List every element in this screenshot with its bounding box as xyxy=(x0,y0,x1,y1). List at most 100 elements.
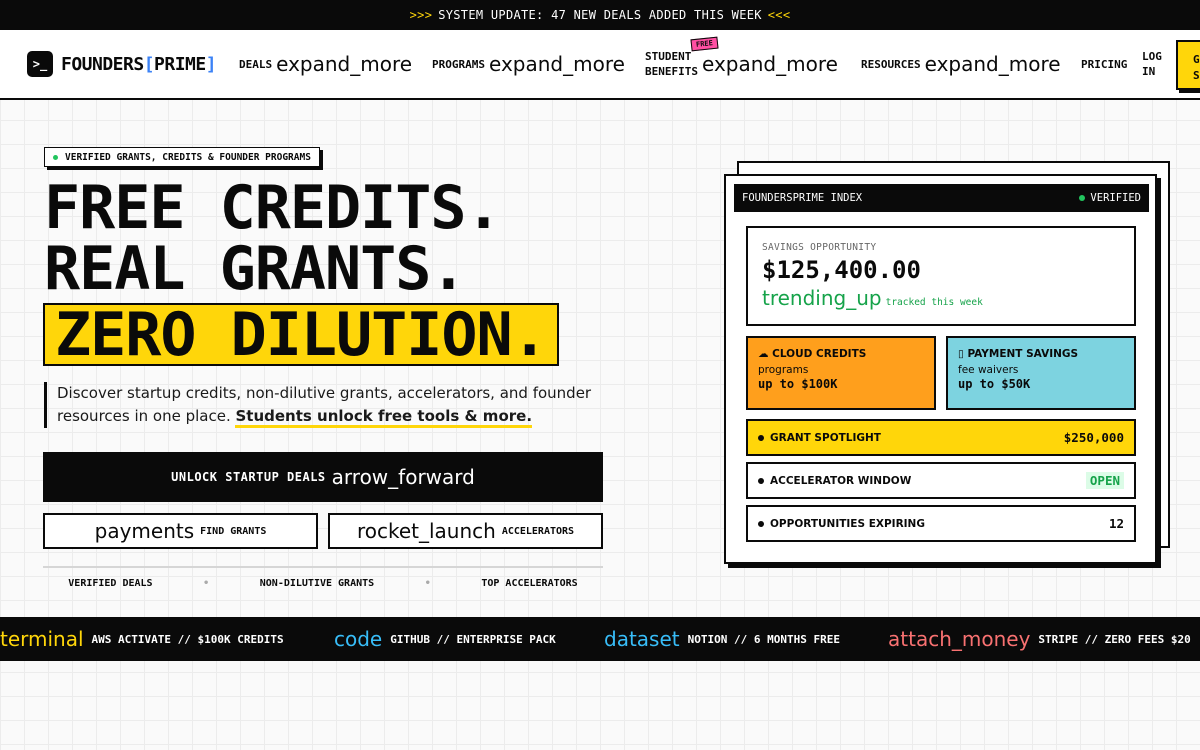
status-dot-icon xyxy=(53,154,58,160)
expand-more-icon: expand_more xyxy=(488,52,625,76)
trust-separator: • xyxy=(203,577,210,589)
accelerator-window-status: OPEN xyxy=(1085,472,1124,489)
grant-spotlight-label-wrap: GRANT SPOTLIGHT xyxy=(758,432,881,444)
payment-savings-tile[interactable]: ▯ PAYMENT SAVINGS fee waivers up to $50K xyxy=(946,336,1136,410)
grant-spotlight-row[interactable]: GRANT SPOTLIGHT $250,000 xyxy=(746,419,1136,456)
trust-item-non-dilutive-grants: NON-DILUTIVE GRANTS xyxy=(259,577,375,589)
savings-panel: SAVINGS OPPORTUNITY $125,400.00 trending… xyxy=(746,226,1136,326)
payment-savings-sub: fee waivers xyxy=(958,364,1019,376)
find-grants-button[interactable]: payments FIND GRANTS xyxy=(43,513,318,549)
logo-word: FOUNDERS xyxy=(61,53,144,75)
verified-chip: VERIFIED GRANTS, CREDITS & FOUNDER PROGR… xyxy=(44,147,320,167)
find-grants-label: FIND GRANTS xyxy=(200,525,267,537)
index-card-header: FOUNDERSPRIME INDEX VERIFIED xyxy=(734,184,1149,212)
deals-ticker: terminal AWS ACTIVATE // $100K CREDITS c… xyxy=(0,617,1200,661)
bullet-icon xyxy=(758,477,764,484)
cta-line1: G xyxy=(1193,53,1200,66)
rocket-launch-icon: rocket_launch xyxy=(356,519,496,543)
bullet-icon xyxy=(758,520,764,527)
card-icon: ▯ xyxy=(958,348,964,360)
code-icon: code xyxy=(334,627,383,651)
cloud-credits-value: up to $100K xyxy=(758,377,838,391)
accelerators-label: ACCELERATORS xyxy=(501,525,575,537)
trust-separator: • xyxy=(424,577,431,589)
grant-spotlight-value: $250,000 xyxy=(1063,430,1124,445)
status-dot-icon xyxy=(1079,195,1086,201)
cloud-credits-tile[interactable]: ☁ CLOUD CREDITS programs up to $100K xyxy=(746,336,936,410)
logo[interactable]: >_ FOUNDERS[PRIME] xyxy=(27,51,217,77)
trust-item-top-accelerators: TOP ACCELERATORS xyxy=(481,577,578,589)
nav-login[interactable]: LOG IN xyxy=(1142,30,1162,98)
hero-headline-highlight: ZERO DILUTION. xyxy=(43,303,559,366)
trust-bar: VERIFIED DEALS • NON-DILUTIVE GRANTS • T… xyxy=(43,566,603,598)
bullet-icon xyxy=(758,434,764,441)
unlock-deals-label: UNLOCK STARTUP DEALS xyxy=(171,470,326,484)
logo-bracket-open: [ xyxy=(143,53,155,75)
savings-label: SAVINGS OPPORTUNITY xyxy=(762,242,877,253)
payments-icon: payments xyxy=(94,519,195,543)
nav-resources-label: RESOURCES xyxy=(861,57,921,71)
nav-student-line1: STUDENT xyxy=(645,50,692,63)
cloud-credits-label: CLOUD CREDITS xyxy=(772,348,867,360)
verified-status-text: VERIFIED xyxy=(1090,192,1141,204)
ticker-item-notion[interactable]: dataset NOTION // 6 MONTHS FREE xyxy=(604,617,840,661)
savings-amount: $125,400.00 xyxy=(762,256,921,284)
nav-pricing[interactable]: PRICING xyxy=(1081,30,1127,98)
nav-student-line2: BENEFITS xyxy=(645,65,698,78)
opportunities-expiring-label: OPPORTUNITIES EXPIRING xyxy=(770,517,925,530)
nav-resources[interactable]: RESOURCES expand_more xyxy=(861,30,1061,98)
ticker-text-notion: NOTION // 6 MONTHS FREE xyxy=(687,632,840,646)
grant-spotlight-label: GRANT SPOTLIGHT xyxy=(770,431,881,444)
ticker-item-stripe[interactable]: attach_money STRIPE // ZERO FEES $20 xyxy=(888,617,1191,661)
terminal-icon: terminal xyxy=(0,627,84,651)
payment-savings-value: up to $50K xyxy=(958,377,1031,391)
opportunities-expiring-label-wrap: OPPORTUNITIES EXPIRING xyxy=(758,518,925,530)
nav-login-line2: IN xyxy=(1142,65,1156,78)
logo-bracket-close: ] xyxy=(205,53,217,75)
expand-more-icon: expand_more xyxy=(924,52,1061,76)
nav-programs[interactable]: PROGRAMS expand_more xyxy=(432,30,625,98)
hero-headline-line2: REAL GRANTS. xyxy=(44,234,466,304)
ticker-text-github: GITHUB // ENTERPRISE PACK xyxy=(390,632,556,646)
accelerator-window-label: ACCELERATOR WINDOW xyxy=(770,474,912,487)
announcement-text: SYSTEM UPDATE: 47 NEW DEALS ADDED THIS W… xyxy=(438,8,762,22)
nav-student-benefits-label: STUDENT BENEFITS xyxy=(645,49,698,79)
hero-description: Discover startup credits, non-dilutive g… xyxy=(44,382,604,428)
arrow-forward-icon: arrow_forward xyxy=(331,465,475,489)
trust-item-verified-deals: VERIFIED DEALS xyxy=(68,577,153,589)
cta-line2: S xyxy=(1193,69,1200,82)
verified-chip-text: VERIFIED GRANTS, CREDITS & FOUNDER PROGR… xyxy=(65,151,311,163)
hero-headline-line1: FREE CREDITS. xyxy=(44,173,502,243)
nav-deals-label: DEALS xyxy=(239,57,273,71)
nav-pricing-label: PRICING xyxy=(1081,57,1128,71)
accelerator-window-row[interactable]: ACCELERATOR WINDOW OPEN xyxy=(746,462,1136,499)
nav-login-line1: LOG xyxy=(1142,50,1162,63)
hero-description-strong: Students unlock free tools & more. xyxy=(235,407,533,428)
verified-status: VERIFIED xyxy=(1079,192,1141,204)
accelerators-button[interactable]: rocket_launch ACCELERATORS xyxy=(328,513,603,549)
announcement-arrows-right: <<< xyxy=(767,8,791,22)
ticker-item-aws[interactable]: terminal AWS ACTIVATE // $100K CREDITS xyxy=(0,617,284,661)
ticker-item-github[interactable]: code GITHUB // ENTERPRISE PACK xyxy=(334,617,556,661)
ticker-text-aws: AWS ACTIVATE // $100K CREDITS xyxy=(91,632,284,646)
free-badge: FREE xyxy=(690,36,719,52)
get-started-button[interactable]: G S xyxy=(1176,40,1200,90)
nav-student-benefits[interactable]: FREE STUDENT BENEFITS expand_more xyxy=(645,30,838,98)
savings-trend: trending_up tracked this week xyxy=(762,286,1120,310)
unlock-deals-button[interactable]: UNLOCK STARTUP DEALS arrow_forward xyxy=(43,452,603,502)
index-card-title: FOUNDERSPRIME INDEX xyxy=(742,192,863,204)
payment-savings-label: PAYMENT SAVINGS xyxy=(967,348,1079,360)
opportunities-expiring-count: 12 xyxy=(1108,516,1124,531)
accelerator-window-label-wrap: ACCELERATOR WINDOW xyxy=(758,475,911,487)
nav-login-label: LOG IN xyxy=(1142,49,1162,79)
founders-index-card: FOUNDERSPRIME INDEX VERIFIED SAVINGS OPP… xyxy=(724,174,1157,564)
announcement-bar: >>> SYSTEM UPDATE: 47 NEW DEALS ADDED TH… xyxy=(0,0,1200,30)
attach-money-icon: attach_money xyxy=(888,627,1031,651)
opportunities-expiring-row[interactable]: OPPORTUNITIES EXPIRING 12 xyxy=(746,505,1136,542)
ticker-text-stripe: STRIPE // ZERO FEES $20 xyxy=(1038,632,1191,646)
cloud-credits-title: ☁ CLOUD CREDITS xyxy=(758,348,924,360)
dataset-icon: dataset xyxy=(604,627,680,651)
nav-deals[interactable]: DEALS expand_more xyxy=(239,30,412,98)
cloud-icon: ☁ xyxy=(758,348,769,360)
logo-wordmark: FOUNDERS[PRIME] xyxy=(61,53,217,75)
